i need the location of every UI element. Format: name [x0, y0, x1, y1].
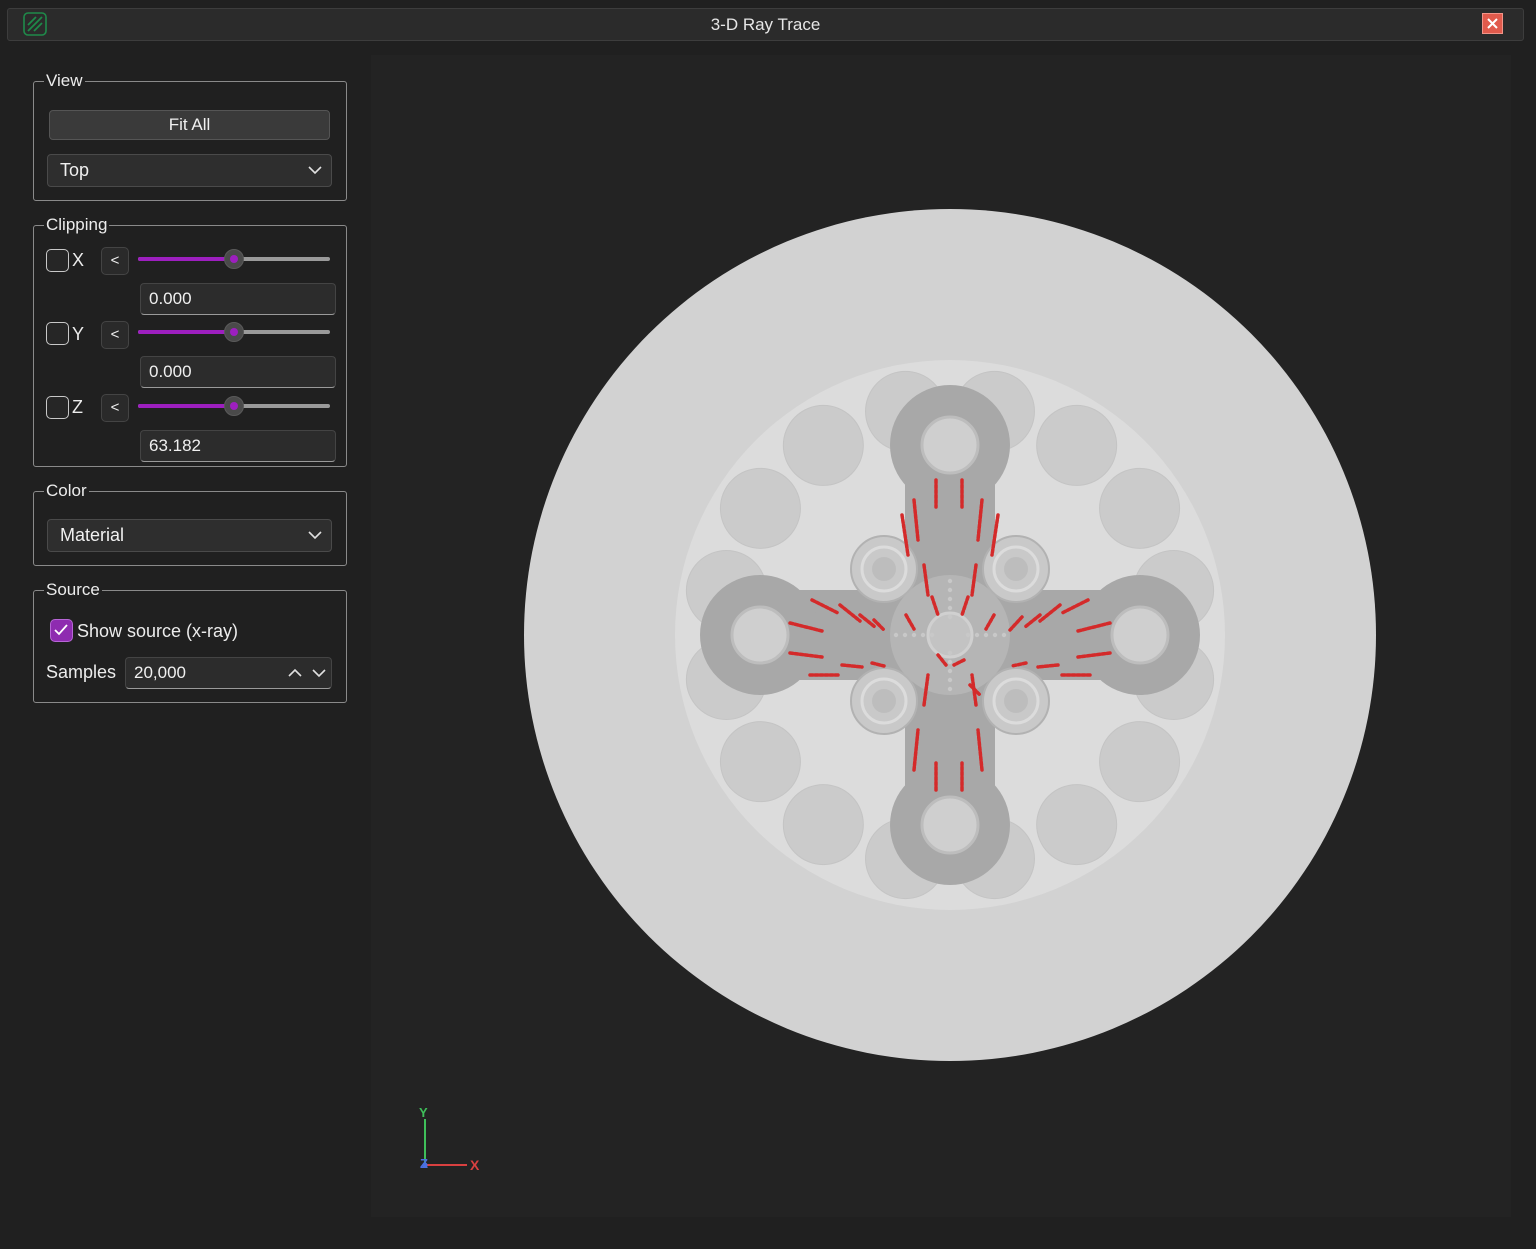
source-legend: Source [46, 580, 100, 599]
checkmark-icon [54, 624, 68, 636]
clipping-legend: Clipping [46, 215, 108, 234]
pin-dot [983, 632, 989, 638]
rod [782, 784, 864, 866]
pin-dot [965, 632, 971, 638]
color-mode-value: Material [60, 525, 125, 545]
pin-dot [929, 632, 935, 638]
clip-y-slider[interactable] [138, 322, 330, 342]
rod [1099, 721, 1181, 803]
view-orientation-value: Top [60, 160, 90, 180]
axis-x-label: X [470, 1157, 480, 1173]
chevron-down-icon[interactable] [311, 667, 327, 679]
window-title: 3-D Ray Trace [710, 15, 821, 34]
axis-z-label: Z [420, 1156, 428, 1171]
pin-dot [947, 578, 953, 584]
pin-dot [920, 632, 926, 638]
color-legend: Color [46, 481, 87, 500]
pin-dot [992, 632, 998, 638]
clip-y-value-field[interactable]: 0.000 [140, 356, 336, 388]
clip-x-checkbox[interactable] [46, 249, 69, 272]
rod [782, 404, 864, 486]
rod [1036, 784, 1118, 866]
close-button[interactable] [1482, 13, 1503, 34]
clip-z-slider-thumb[interactable] [224, 396, 244, 416]
view-legend: View [46, 71, 83, 90]
fitting-core [872, 689, 896, 713]
lobe-hole [1110, 605, 1170, 665]
axis-y-label: Y [419, 1105, 428, 1120]
pin-dot [947, 614, 953, 620]
clip-z-direction-button[interactable]: < [101, 394, 129, 422]
fitting-core [1004, 557, 1028, 581]
color-mode-select[interactable]: Material [47, 519, 332, 552]
clip-x-slider-thumb[interactable] [224, 249, 244, 269]
lobe-hole [920, 795, 980, 855]
clip-z-slider[interactable] [138, 396, 330, 416]
pin-dot [947, 677, 953, 683]
pin-dot [1001, 632, 1007, 638]
ray-trace-scene[interactable] [371, 55, 1511, 1217]
clip-x-direction-button[interactable]: < [101, 247, 129, 275]
clip-y-slider-fill [138, 330, 234, 334]
pin-dot [893, 632, 899, 638]
show-source-checkbox[interactable] [50, 619, 73, 642]
clip-x-slider-fill [138, 257, 234, 261]
rod [1036, 404, 1118, 486]
clip-x-slider[interactable] [138, 249, 330, 269]
clip-x-value-field[interactable]: 0.000 [140, 283, 336, 315]
fit-all-button[interactable]: Fit All [49, 110, 330, 140]
pin-dot [947, 659, 953, 665]
samples-label: Samples [46, 662, 117, 682]
pin-dot [947, 668, 953, 674]
clip-z-checkbox[interactable] [46, 396, 69, 419]
clip-y-direction-button[interactable]: < [101, 321, 129, 349]
clip-y-label: Y [72, 324, 85, 344]
clip-z-slider-fill [138, 404, 234, 408]
pin-dot [947, 587, 953, 593]
title-bar: 3-D Ray Trace [7, 8, 1524, 41]
clip-z-value-field[interactable]: 63.182 [140, 430, 336, 462]
render-viewport[interactable]: Y Z X [371, 55, 1511, 1217]
pin-dot [911, 632, 917, 638]
clip-x-label: X [72, 250, 85, 270]
lobe-hole [730, 605, 790, 665]
pin-dot [947, 605, 953, 611]
core-hub [926, 611, 974, 659]
rod [1099, 467, 1181, 549]
lobe-hole [920, 415, 980, 475]
samples-spinbox[interactable]: 20,000 [125, 657, 332, 689]
close-icon [1487, 18, 1498, 29]
pin-dot [947, 650, 953, 656]
chevron-down-icon [308, 166, 322, 175]
view-orientation-select[interactable]: Top [47, 154, 332, 187]
pin-dot [974, 632, 980, 638]
clip-y-slider-thumb[interactable] [224, 322, 244, 342]
fitting-core [872, 557, 896, 581]
chevron-down-icon [308, 531, 322, 540]
rod [719, 721, 801, 803]
samples-value: 20,000 [134, 663, 186, 682]
fitting-core [1004, 689, 1028, 713]
rod [719, 467, 801, 549]
clip-y-checkbox[interactable] [46, 322, 69, 345]
chevron-up-icon[interactable] [287, 667, 303, 679]
pin-dot [947, 596, 953, 602]
ray-hit-dash [840, 663, 864, 669]
pin-dot [902, 632, 908, 638]
show-source-label[interactable]: Show source (x-ray) [77, 621, 238, 642]
pin-dot [947, 686, 953, 692]
ray-hit-dash [1036, 663, 1060, 669]
clip-z-label: Z [72, 397, 83, 417]
